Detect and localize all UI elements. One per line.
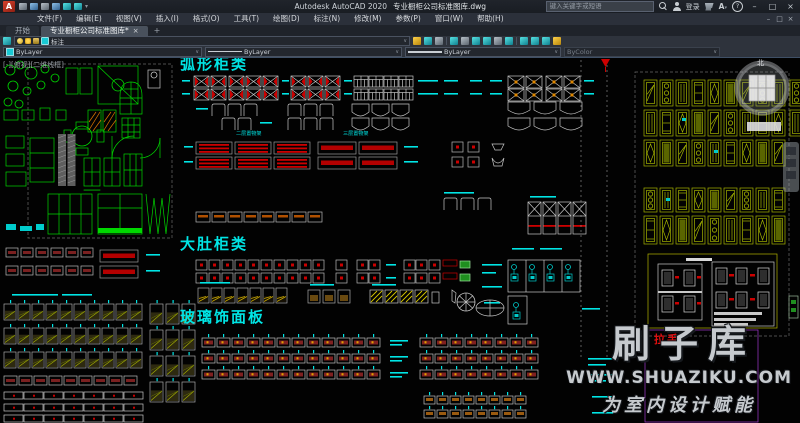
menu-edit[interactable]: 编辑(E) xyxy=(69,13,109,25)
lineweight-glyph xyxy=(408,51,442,53)
search-icon[interactable] xyxy=(659,2,668,11)
plotstyle-combo-arrow-icon: ∨ xyxy=(713,49,717,55)
menu-help[interactable]: 帮助(H) xyxy=(470,13,511,25)
doc-close-button[interactable]: × xyxy=(785,13,796,25)
app-store-cart-icon[interactable] xyxy=(705,3,714,11)
layer-isolate-icon[interactable] xyxy=(450,37,458,45)
color-combo[interactable]: ByLayer ∨ xyxy=(3,47,202,57)
layer-freeze-icon[interactable] xyxy=(472,37,480,45)
color-combo-arrow-icon[interactable]: ∨ xyxy=(195,49,199,55)
layer-color-swatch xyxy=(41,37,49,45)
layer-delete-icon[interactable] xyxy=(553,37,561,45)
file-tab-bar: 开始 专业橱柜公司标准图库* × + xyxy=(0,25,800,36)
layer-thaw-icon[interactable] xyxy=(25,38,31,44)
qat-dropdown-icon[interactable]: ▾ xyxy=(85,3,88,10)
signin-label[interactable]: 登录 xyxy=(686,2,700,12)
layer-unisolate-icon[interactable] xyxy=(461,37,469,45)
search-input[interactable] xyxy=(546,1,654,12)
section-label-arc-cabinets: 弧形柜类 xyxy=(180,58,248,73)
menu-draw[interactable]: 绘图(D) xyxy=(266,13,307,25)
layer-lock-icon[interactable] xyxy=(33,38,39,44)
menu-tools[interactable]: 工具(T) xyxy=(227,13,266,25)
autocad-logo-icon[interactable]: A xyxy=(3,1,15,12)
layer-unlock-icon[interactable] xyxy=(505,37,513,45)
undo-icon[interactable] xyxy=(63,3,71,10)
layer-match-icon[interactable] xyxy=(424,37,432,45)
plot-icon[interactable] xyxy=(52,3,60,10)
drawing-canvas[interactable]: [-][俯视][二维线框] 弧形柜类 大肚柜类 玻璃饰面板 二层置物架 三层置物… xyxy=(0,58,800,423)
tab-document[interactable]: 专业橱柜公司标准图库* × xyxy=(41,26,148,36)
quick-access-toolbar: ▾ xyxy=(19,3,88,10)
layer-merge-icon[interactable] xyxy=(542,37,550,45)
close-button[interactable]: × xyxy=(784,0,797,13)
menu-format[interactable]: 格式(O) xyxy=(186,13,227,25)
signin-icon[interactable] xyxy=(673,2,681,11)
exchange-apps-icon[interactable]: A▾ xyxy=(719,2,727,11)
layer-vpfreeze-icon[interactable] xyxy=(531,37,539,45)
menubar: 文件(F) 编辑(E) 视图(V) 插入(I) 格式(O) 工具(T) 绘图(D… xyxy=(0,13,800,25)
menu-dimension[interactable]: 标注(N) xyxy=(307,13,347,25)
document-name: 专业橱柜公司标准图库.dwg xyxy=(393,2,486,11)
menu-file[interactable]: 文件(F) xyxy=(30,13,69,25)
autocad-window: A ▾ Autodesk AutoCAD 2020专业橱柜公司标准图库.dwg … xyxy=(0,0,800,422)
linetype-combo[interactable]: ByLayer ∨ xyxy=(205,47,402,57)
layer-previous-icon[interactable] xyxy=(435,37,443,45)
layer-lock-tool-icon[interactable] xyxy=(494,37,502,45)
help-icon[interactable]: ? xyxy=(732,1,743,12)
menu-window[interactable]: 窗口(W) xyxy=(428,13,470,25)
maximize-button[interactable]: □ xyxy=(766,0,779,13)
minimize-button[interactable]: – xyxy=(748,0,761,13)
window-title: Autodesk AutoCAD 2020专业橱柜公司标准图库.dwg xyxy=(295,0,487,13)
section-label-belly-cabinets: 大肚柜类 xyxy=(180,236,248,253)
layer-properties-icon[interactable] xyxy=(3,37,11,45)
menu-view[interactable]: 视图(V) xyxy=(109,13,149,25)
layer-on-icon[interactable] xyxy=(17,38,23,44)
menu-modify[interactable]: 修改(M) xyxy=(347,13,388,25)
menu-insert[interactable]: 插入(I) xyxy=(149,13,186,25)
tab-close-icon[interactable]: × xyxy=(133,26,139,36)
section-label-glass-panels: 玻璃饰面板 xyxy=(180,309,265,326)
tab-start[interactable]: 开始 xyxy=(6,26,39,36)
layer-off-icon[interactable] xyxy=(483,37,491,45)
doc-minimize-button[interactable]: – xyxy=(763,13,774,25)
viewport-label[interactable]: [-][俯视][二维线框] xyxy=(3,60,64,70)
layer-name: 标注 xyxy=(51,36,64,46)
lineweight-combo[interactable]: ByLayer ∨ xyxy=(405,47,561,57)
properties-toolbar: ByLayer ∨ ByLayer ∨ ByLayer ∨ ByColor ∨ xyxy=(0,46,800,58)
lineweight-combo-arrow-icon[interactable]: ∨ xyxy=(554,49,558,55)
open-file-icon[interactable] xyxy=(30,3,38,10)
layer-make-current-icon[interactable] xyxy=(413,37,421,45)
section-label-handles: 拉手 xyxy=(654,331,680,347)
plotstyle-combo: ByColor ∨ xyxy=(564,47,720,57)
redo-icon[interactable] xyxy=(74,3,82,10)
doc-window-controls: – □ × xyxy=(763,13,796,25)
layer-combo[interactable]: 标注 ∨ xyxy=(14,36,410,46)
layer-combo-arrow-icon[interactable]: ∨ xyxy=(403,38,407,44)
color-swatch xyxy=(6,48,14,56)
layers-toolbar: 标注 ∨ xyxy=(0,36,800,46)
menu-parametric[interactable]: 参数(P) xyxy=(388,13,427,25)
new-file-icon[interactable] xyxy=(19,3,27,10)
label-shelf-two: 二层置物架 xyxy=(236,129,262,137)
save-icon[interactable] xyxy=(41,3,49,10)
linetype-glyph xyxy=(208,51,242,52)
doc-restore-button[interactable]: □ xyxy=(774,13,785,25)
window-titlebar: A ▾ Autodesk AutoCAD 2020专业橱柜公司标准图库.dwg … xyxy=(0,0,800,13)
label-shelf-three: 三层置物架 xyxy=(343,129,369,137)
cad-drawing xyxy=(0,58,800,423)
layer-walk-icon[interactable] xyxy=(520,37,528,45)
new-tab-button[interactable]: + xyxy=(150,26,165,36)
viewcube-north-label[interactable]: 北 xyxy=(757,58,764,68)
linetype-combo-arrow-icon[interactable]: ∨ xyxy=(395,49,399,55)
